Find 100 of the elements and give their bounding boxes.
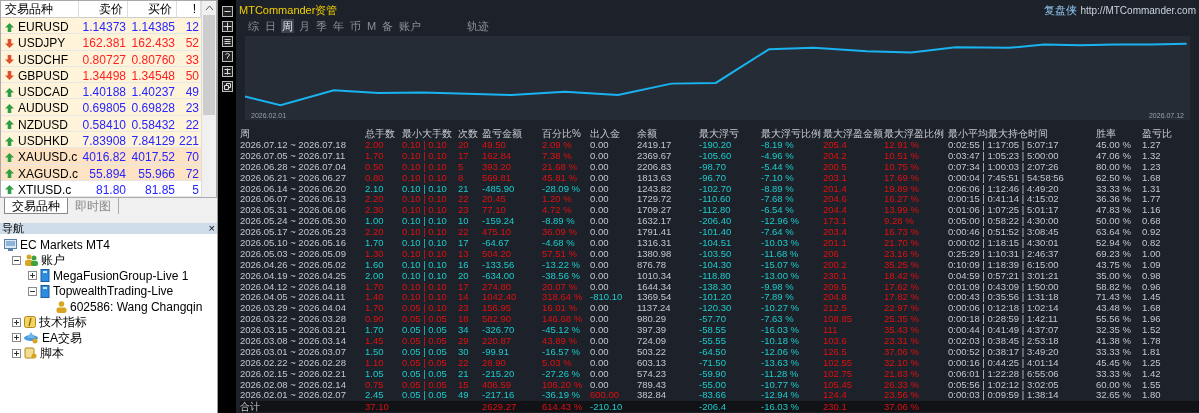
- table-cell-text: 36.36 %: [1096, 194, 1132, 206]
- table-cell-text: 1.20 %: [542, 194, 573, 206]
- column-header: 最大浮盈比例: [884, 128, 945, 140]
- spread-value: 72: [184, 165, 200, 183]
- table-cell-text: 1.77: [1142, 194, 1162, 206]
- table-cell-text: 0.00: [590, 346, 610, 358]
- period-tab[interactable]: 轨迹: [466, 18, 491, 33]
- help-icon[interactable]: [221, 51, 233, 62]
- table-cell-text: -810.10: [590, 292, 624, 304]
- table-cell-text: 204.6: [823, 194, 848, 206]
- symbol-row[interactable]: USDCAD 1.40188 1.40237 49: [1, 83, 201, 100]
- symbol-row[interactable]: USDJPY 162.381 162.433 52: [1, 34, 201, 51]
- table-cell-text: 2026.06.14 ~ 2026.06.20: [240, 183, 347, 195]
- tree-item[interactable]: EC Markets MT4: [20, 235, 110, 254]
- table-cell-text: -112.80: [699, 205, 732, 217]
- restore-icon[interactable]: [221, 81, 233, 92]
- expand-icon[interactable]: [12, 348, 21, 358]
- table-cell-text: 0.82: [1142, 238, 1162, 249]
- table-cell-text: 2.30: [365, 205, 385, 217]
- table-cell-text: 876.78: [637, 259, 668, 271]
- site-url[interactable]: http://MTCommander.com: [1080, 2, 1196, 18]
- table-cell-text: -83.66: [699, 390, 727, 402]
- period-tab[interactable]: 月: [298, 18, 311, 33]
- table-cell-text: 0.10 | 0.10: [402, 248, 448, 260]
- table-cell-text: 58.82 %: [1096, 281, 1132, 293]
- table-cell-text: 19.89 %: [884, 183, 920, 195]
- table-cell-text: -118.80: [699, 270, 732, 282]
- table-cell-text: 57.51 %: [542, 248, 578, 260]
- tree-item[interactable]: 脚本: [40, 344, 64, 363]
- symbol-row[interactable]: USDHKD 7.83908 7.84129 221: [1, 132, 201, 149]
- expand-icon[interactable]: [12, 317, 21, 327]
- period-tab[interactable]: 周: [281, 18, 294, 33]
- table-cell-text: 1.42: [1142, 368, 1162, 380]
- table-cell-text: 62.50 %: [1096, 172, 1132, 184]
- table-cell-text: 17: [458, 150, 470, 162]
- period-tab[interactable]: 账户: [398, 18, 423, 33]
- period-tab[interactable]: 币: [349, 18, 362, 33]
- expand-icon[interactable]: [28, 271, 37, 281]
- user-icon: [56, 300, 67, 313]
- spread-value: 49: [184, 84, 200, 102]
- table-cell-text: 45.81 %: [542, 172, 578, 184]
- period-tab[interactable]: 备: [381, 18, 395, 33]
- expand-icon[interactable]: [12, 333, 21, 343]
- table-cell-text: 14: [458, 292, 470, 304]
- table-cell-text: 5.03 %: [542, 357, 573, 369]
- column-header: 周: [240, 128, 251, 140]
- table-cell-text: 2026.05.03 ~ 2026.05.09: [240, 248, 347, 260]
- table-cell-text: 0.00: [590, 183, 610, 195]
- table-cell-text: 126.5: [823, 346, 848, 358]
- ask-price: 4017.52: [130, 149, 176, 167]
- list-icon[interactable]: [221, 36, 233, 47]
- table-cell-text: 13: [458, 248, 470, 260]
- table-cell-text: 393.20: [482, 161, 513, 173]
- table-cell-text: 0:01:09 | 0:43:09 | 1:50:00: [948, 281, 1060, 293]
- table-cell-text: 1.30: [365, 248, 385, 260]
- table-cell-text: -104.51: [699, 238, 733, 249]
- minimize-icon[interactable]: [221, 6, 233, 17]
- table-cell-text: -64.50: [699, 346, 727, 358]
- site-name: 复盘侠: [1044, 2, 1078, 18]
- table-cell-text: -10.18 %: [761, 336, 801, 347]
- table-cell-text: 2.00: [365, 140, 385, 151]
- table-cell-text: 0:06:01 | 1:22:28 | 6:55:06: [948, 368, 1060, 380]
- collapse-icon[interactable]: [28, 286, 37, 296]
- collapse-icon[interactable]: [12, 255, 21, 265]
- table-cell-text: 17.69 %: [884, 172, 920, 184]
- symbol-row[interactable]: EURUSD 1.14373 1.14385 12: [1, 18, 201, 35]
- symbol-name: NZDUSD: [18, 116, 68, 134]
- scrollbar[interactable]: [201, 1, 216, 197]
- period-tab[interactable]: 季: [315, 18, 328, 33]
- table-cell-text: 32.65 %: [1096, 390, 1132, 402]
- table-cell-text: 0.00: [590, 336, 610, 347]
- table-cell-text: -59.90: [699, 368, 727, 380]
- close-button[interactable]: ×: [208, 223, 215, 234]
- period-tab[interactable]: 年: [332, 18, 345, 33]
- symbol-row[interactable]: XAUUSD.c 4016.82 4017.52 70: [1, 148, 201, 165]
- table-cell-text: 0.92: [1142, 227, 1162, 239]
- table-cell-text: 23.16 %: [884, 248, 920, 260]
- symbol-name: EURUSD: [18, 19, 69, 36]
- period-tab[interactable]: 综: [247, 18, 260, 33]
- table-cell-text: 1.27: [1142, 140, 1162, 151]
- table-cell-text: 2026.03.15 ~ 2026.03.21: [240, 325, 347, 337]
- table-cell-text: 1137.24: [637, 303, 672, 315]
- table-cell-text: 0.90: [365, 314, 385, 326]
- bid-price: 1.40188: [81, 84, 127, 102]
- period-tab[interactable]: M: [366, 18, 378, 33]
- move-icon[interactable]: [221, 21, 233, 32]
- table-cell-text: 503.22: [637, 346, 668, 358]
- table-cell-text: 2026.06.07 ~ 2026.06.13: [240, 194, 347, 206]
- total-cell-text: 37.06 %: [884, 401, 920, 413]
- symbol-row[interactable]: AUDUSD 0.69805 0.69828 23: [1, 99, 201, 116]
- table-cell-text: -120.30: [699, 303, 733, 315]
- table-cell-text: 204.2: [823, 150, 848, 162]
- panel-tab[interactable]: 交易品种: [4, 198, 68, 214]
- table-cell-text: 20: [458, 140, 470, 151]
- table-cell-text: 16: [458, 259, 470, 271]
- period-tab[interactable]: 日: [264, 18, 277, 33]
- table-cell-text: 2369.67: [637, 150, 673, 162]
- table-cell-text: 2026.04.05 ~ 2026.04.11: [240, 292, 347, 304]
- table-cell-text: -159.24: [482, 216, 516, 228]
- table-cell-text: 724.09: [637, 336, 668, 347]
